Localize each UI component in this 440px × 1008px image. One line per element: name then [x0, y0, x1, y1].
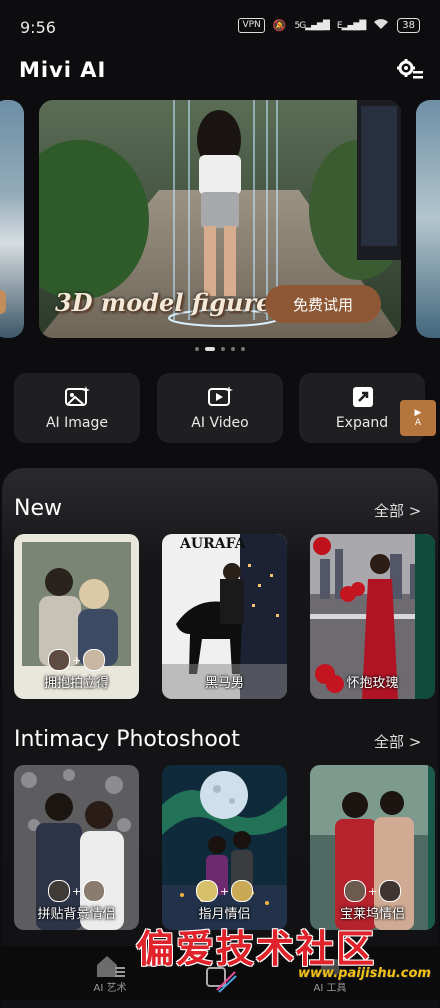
pagination-dot[interactable]: [221, 347, 225, 351]
avatar: [83, 649, 106, 671]
floating-ad-button[interactable]: ▶ A: [400, 400, 436, 436]
status-icons: VPN 🔕 5G▂▄▆█ E▂▄▆█ 38: [238, 18, 420, 33]
play-icon: ▶: [414, 408, 422, 418]
pagination-dot[interactable]: [241, 347, 245, 351]
avatar-pair: +: [48, 649, 106, 671]
free-trial-button[interactable]: 免费试用: [265, 285, 381, 323]
pagination-dot[interactable]: [231, 347, 235, 351]
watermark-text: 偏爱技术社区: [136, 926, 377, 971]
status-time: 9:56: [20, 18, 56, 37]
avatar-pair: +: [48, 880, 106, 902]
plus-icon: +: [220, 884, 230, 898]
avatar: [48, 880, 70, 902]
carousel-active-slide[interactable]: 3D model figure 免费试用: [39, 100, 401, 338]
cell-signal-icon: 5G▂▄▆█: [294, 20, 330, 31]
card-label: 拼贴背景情侣: [37, 907, 116, 922]
see-all-intimacy-link[interactable]: 全部 >: [374, 731, 421, 752]
mute-bell-icon: 🔕: [272, 19, 287, 32]
nav-label: AI 艺术: [93, 983, 127, 994]
ai-video-button[interactable]: AI Video: [157, 373, 283, 443]
avatar: [48, 649, 70, 671]
card-label: 拥抱拍立得: [43, 676, 109, 691]
avatar: [196, 880, 218, 902]
section-title-intimacy: Intimacy Photoshoot: [14, 727, 240, 752]
card-label: 怀抱玫瑰: [346, 676, 399, 691]
carousel-next-slide[interactable]: [416, 100, 440, 338]
tool-label: Expand: [335, 415, 389, 431]
tool-label: AI Video: [191, 415, 249, 431]
banner-caption: 3D model figure: [55, 288, 272, 317]
avatar: [379, 880, 402, 902]
section-title-new: New: [14, 496, 62, 521]
image-sparkle-icon: [65, 386, 90, 406]
status-bar: 9:56 VPN 🔕 5G▂▄▆█ E▂▄▆█ 38: [0, 0, 440, 52]
avatar-pair: +: [196, 880, 254, 902]
ai-image-button[interactable]: AI Image: [14, 373, 140, 443]
avatar-pair: +: [344, 880, 402, 902]
network-type-2: E: [336, 20, 343, 31]
cell-signal-2-icon: E▂▄▆█: [336, 20, 366, 31]
template-card[interactable]: + 拼贴背景情侣: [14, 765, 139, 930]
battery-icon: 38: [397, 18, 420, 33]
ad-label: A: [414, 418, 422, 428]
template-card[interactable]: + 指月情侣: [162, 765, 287, 930]
template-card[interactable]: AURAFA 黑马男: [162, 534, 287, 699]
wifi-icon: [373, 18, 389, 33]
home-icon: [97, 956, 125, 977]
avatar: [231, 880, 254, 902]
vpn-icon: VPN: [238, 18, 265, 33]
app-title: Mivi AI: [19, 58, 107, 82]
pagination-dot[interactable]: [195, 347, 199, 351]
card-label: 黑马男: [204, 676, 244, 691]
plus-icon: +: [368, 884, 378, 898]
expand-icon: [353, 387, 373, 407]
network-type: 5G: [294, 20, 307, 31]
template-card[interactable]: + 宝莱坞情侣: [310, 765, 435, 930]
template-card[interactable]: + 拥抱拍立得: [14, 534, 139, 699]
nav-label: AI 工具: [313, 983, 347, 994]
carousel-pagination: [0, 347, 440, 351]
tool-label: AI Image: [45, 415, 108, 431]
avatar: [83, 880, 106, 902]
card-overlay-text: AURAFA: [180, 536, 246, 552]
plus-icon: +: [72, 653, 82, 667]
avatar: [344, 880, 366, 902]
carousel-prev-indicator: [0, 290, 6, 314]
watermark-url: www.paijishu.com: [298, 966, 431, 981]
plus-icon: +: [72, 884, 82, 898]
gear-icon[interactable]: [396, 58, 424, 82]
pagination-dot[interactable]: [205, 347, 215, 351]
see-all-new-link[interactable]: 全部 >: [374, 500, 421, 521]
video-sparkle-icon: [208, 386, 233, 406]
template-card[interactable]: 怀抱玫瑰: [310, 534, 435, 699]
